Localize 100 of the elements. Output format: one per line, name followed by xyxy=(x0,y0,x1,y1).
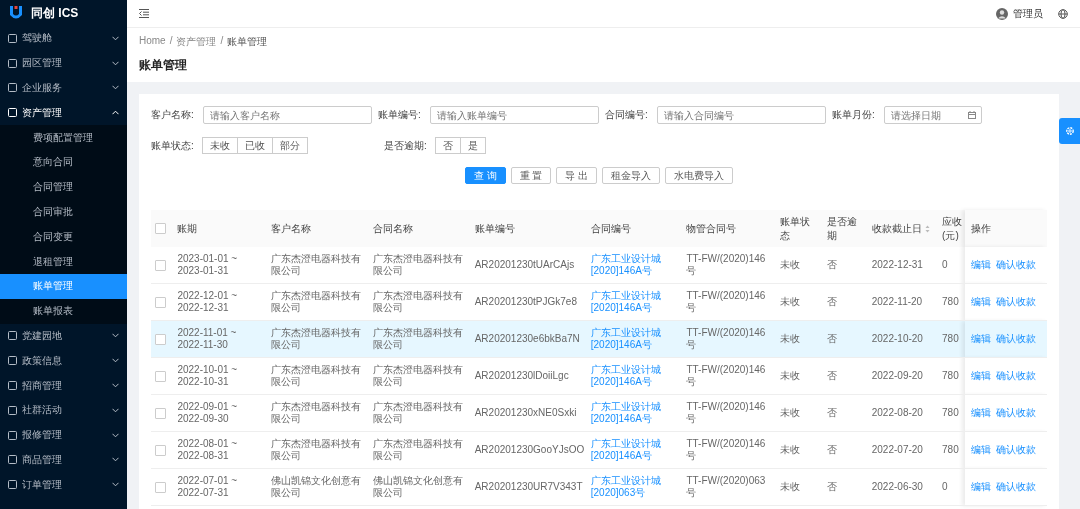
breadcrumb-item[interactable]: 资产管理 xyxy=(176,35,217,49)
table-row[interactable]: 2022-12-01 ~ 2022-12-31 广东杰澄电器科技有限公司 广东杰澄电器科技有限公司 AR20201230tPJGk7e8 广东工业设计城[2020]146A号 TT-FW/(2020)146号 未收 否 2022-11-20 780 编辑 确认收款 xyxy=(151,283,1047,321)
sidebar-item[interactable]: 商品管理 xyxy=(0,447,127,473)
text-input-field[interactable]: 请输入账单编号 xyxy=(430,106,599,124)
column-header: 合同名称 xyxy=(372,222,413,234)
table-cell: 780 xyxy=(942,296,959,307)
action-link[interactable]: 确认收款 xyxy=(996,407,1037,418)
table-cell: 广东杰澄电器科技有限公司 xyxy=(372,364,463,387)
table-cell: 广东杰澄电器科技有限公司 xyxy=(271,290,362,313)
text-input-field[interactable]: 请输入合同编号 xyxy=(657,106,826,124)
action-link[interactable]: 确认收款 xyxy=(996,370,1037,381)
table-row[interactable]: 2022-10-01 ~ 2022-10-31 广东杰澄电器科技有限公司 广东杰澄电器科技有限公司 AR20201230lDoiiLgc 广东工业设计城[2020]146A号 TT-FW/(2020)146号 未收 否 2022-09-20 780 编辑 确认收款 xyxy=(151,357,1047,395)
breadcrumb-item[interactable]: Home xyxy=(139,35,166,49)
contract-link[interactable]: 广东工业设计城[2020]063号 xyxy=(590,475,679,499)
sidebar-item[interactable]: 园区管理 xyxy=(0,50,127,76)
column-header: 账单编号 xyxy=(474,222,515,234)
table-cell: 2022-07-20 xyxy=(871,444,923,455)
sidebar-item[interactable]: 企业服务 xyxy=(0,75,127,101)
action-button[interactable]: 导 出 xyxy=(556,167,598,184)
table-cell: 佛山凯锦文化创意有限公司 xyxy=(271,475,362,498)
text-input-field[interactable]: 请输入客户名称 xyxy=(203,106,372,124)
sidebar-item[interactable]: 党建园地 xyxy=(0,323,127,349)
sidebar-item[interactable]: 政策信息 xyxy=(0,348,127,374)
table-cell: AR20201230tUArCAjs xyxy=(474,259,575,270)
column-header: 客户名称 xyxy=(271,222,312,234)
sidebar-subitem[interactable]: 退租管理 xyxy=(0,249,127,274)
action-link[interactable]: 确认收款 xyxy=(996,296,1037,307)
table-cell: 2022-09-01 ~ 2022-09-30 xyxy=(177,401,238,424)
action-link[interactable]: 编辑 xyxy=(971,444,992,455)
table-row[interactable]: 2022-09-01 ~ 2022-09-30 广东杰澄电器科技有限公司 广东杰澄电器科技有限公司 AR20201230xNE0Sxki 广东工业设计城[2020]146A号 TT-FW/(2020)146号 未收 否 2022-08-20 780 编辑 确认收款 xyxy=(151,394,1047,432)
table-cell: 2022-11-20 xyxy=(871,296,923,307)
sidebar-item[interactable]: 资产管理 xyxy=(0,100,127,126)
action-button[interactable]: 租金导入 xyxy=(602,167,661,184)
sidebar-item[interactable]: 报修管理 xyxy=(0,422,127,448)
sidebar-item[interactable]: 社群活动 xyxy=(0,397,127,423)
table-row[interactable]: 2023-01-01 ~ 2023-01-31 广东杰澄电器科技有限公司 广东杰澄电器科技有限公司 AR20201230tUArCAjs 广东工业设计城[2020]146A号 TT-FW/(2020)146号 未收 否 2022-12-31 0 编辑 确认收款 xyxy=(151,247,1047,284)
app-logo-text: 同创 ICS xyxy=(31,4,79,22)
column-header: 操作 xyxy=(971,222,992,234)
date-picker-field[interactable]: 请选择日期 xyxy=(884,106,982,124)
sidebar-subitem[interactable]: 合同审批 xyxy=(0,199,127,225)
sidebar-subitem[interactable]: 合同管理 xyxy=(0,174,127,200)
table-row[interactable]: 2022-11-01 ~ 2022-11-30 广东杰澄电器科技有限公司 广东杰澄电器科技有限公司 AR20201230e6bkBa7N 广东工业设计城[2020]146A号 TT-FW/(2020)146号 未收 否 2022-10-20 780 编辑 确认收款 xyxy=(151,320,1047,358)
table-cell: 未收 xyxy=(780,370,801,381)
segment-option[interactable]: 部分 xyxy=(272,137,308,154)
action-link[interactable]: 确认收款 xyxy=(996,444,1037,455)
action-link[interactable]: 确认收款 xyxy=(996,481,1037,492)
user-name[interactable]: 管理员 xyxy=(1013,6,1043,21)
field-label: 账单编号: xyxy=(378,108,422,122)
field-label: 合同编号: xyxy=(605,108,649,122)
table-cell: TT-FW/(2020)146号 xyxy=(686,290,766,313)
action-link[interactable]: 编辑 xyxy=(971,370,992,381)
table-cell: 780 xyxy=(942,370,959,381)
table-cell: TT-FW/(2020)146号 xyxy=(686,327,766,350)
table-cell: 否 xyxy=(826,407,837,418)
action-link[interactable]: 编辑 xyxy=(971,407,992,418)
action-link[interactable]: 确认收款 xyxy=(996,259,1037,270)
table-cell: AR20201230GooYJsOO xyxy=(474,444,585,455)
sidebar-subitem[interactable]: 费项配置管理 xyxy=(0,125,127,150)
sidebar-item[interactable]: 招商管理 xyxy=(0,373,127,398)
action-link[interactable]: 编辑 xyxy=(971,481,992,492)
action-button[interactable]: 重 置 xyxy=(510,167,552,184)
contract-link[interactable]: 广东工业设计城[2020]146A号 xyxy=(590,401,679,425)
sidebar-subitem[interactable]: 意向合同 xyxy=(0,150,127,175)
field-label: 账单状态: xyxy=(151,138,195,153)
table-cell: TT-FW/(2020)146号 xyxy=(686,253,766,276)
sidebar-item[interactable]: 驾驶舱 xyxy=(0,26,127,51)
table-cell: 广东杰澄电器科技有限公司 xyxy=(372,401,463,424)
table-cell: 否 xyxy=(826,444,837,455)
table-cell: 0 xyxy=(942,481,948,492)
contract-link[interactable]: 广东工业设计城[2020]146A号 xyxy=(590,253,679,277)
table-cell: 广东杰澄电器科技有限公司 xyxy=(271,327,362,350)
column-header: 账期 xyxy=(177,222,198,234)
table-cell: TT-FW/(2020)146号 xyxy=(686,401,766,424)
segment-option[interactable]: 是 xyxy=(460,137,486,154)
contract-link[interactable]: 广东工业设计城[2020]146A号 xyxy=(590,290,679,314)
contract-link[interactable]: 广东工业设计城[2020]146A号 xyxy=(590,438,679,462)
table-cell: 广东杰澄电器科技有限公司 xyxy=(372,438,463,461)
table-cell: 未收 xyxy=(780,444,801,455)
segment-option[interactable]: 否 xyxy=(435,137,461,154)
segment-option[interactable]: 已收 xyxy=(237,137,273,154)
table-cell: 广东杰澄电器科技有限公司 xyxy=(271,364,362,387)
table-cell: TT-FW/(2020)146号 xyxy=(686,364,766,387)
table-cell: 否 xyxy=(826,259,837,270)
table-cell: 2022-10-20 xyxy=(871,333,923,344)
breadcrumb-separator: / xyxy=(220,35,224,48)
action-link[interactable]: 编辑 xyxy=(971,259,992,270)
sidebar-subitem[interactable]: 合同变更 xyxy=(0,224,127,250)
table-cell: 2022-06-30 xyxy=(871,481,923,492)
table-cell: 2022-07-01 ~ 2022-07-31 xyxy=(177,475,238,498)
table-cell: 佛山凯锦文化创意有限公司 xyxy=(372,475,463,498)
contract-link[interactable]: 广东工业设计城[2020]146A号 xyxy=(590,364,679,388)
segment-option[interactable]: 未收 xyxy=(202,137,238,154)
sidebar-subitem[interactable]: 账单报表 xyxy=(0,298,127,324)
action-link[interactable]: 编辑 xyxy=(971,296,992,307)
table-cell: TT-FW/(2020)146号 xyxy=(686,438,766,461)
sidebar-item[interactable]: 订单管理 xyxy=(0,472,127,498)
action-button[interactable]: 水电费导入 xyxy=(665,167,734,184)
table-cell: 2022-09-20 xyxy=(871,370,923,381)
table-cell: 广东杰澄电器科技有限公司 xyxy=(372,253,463,276)
table-cell: 未收 xyxy=(780,407,801,418)
